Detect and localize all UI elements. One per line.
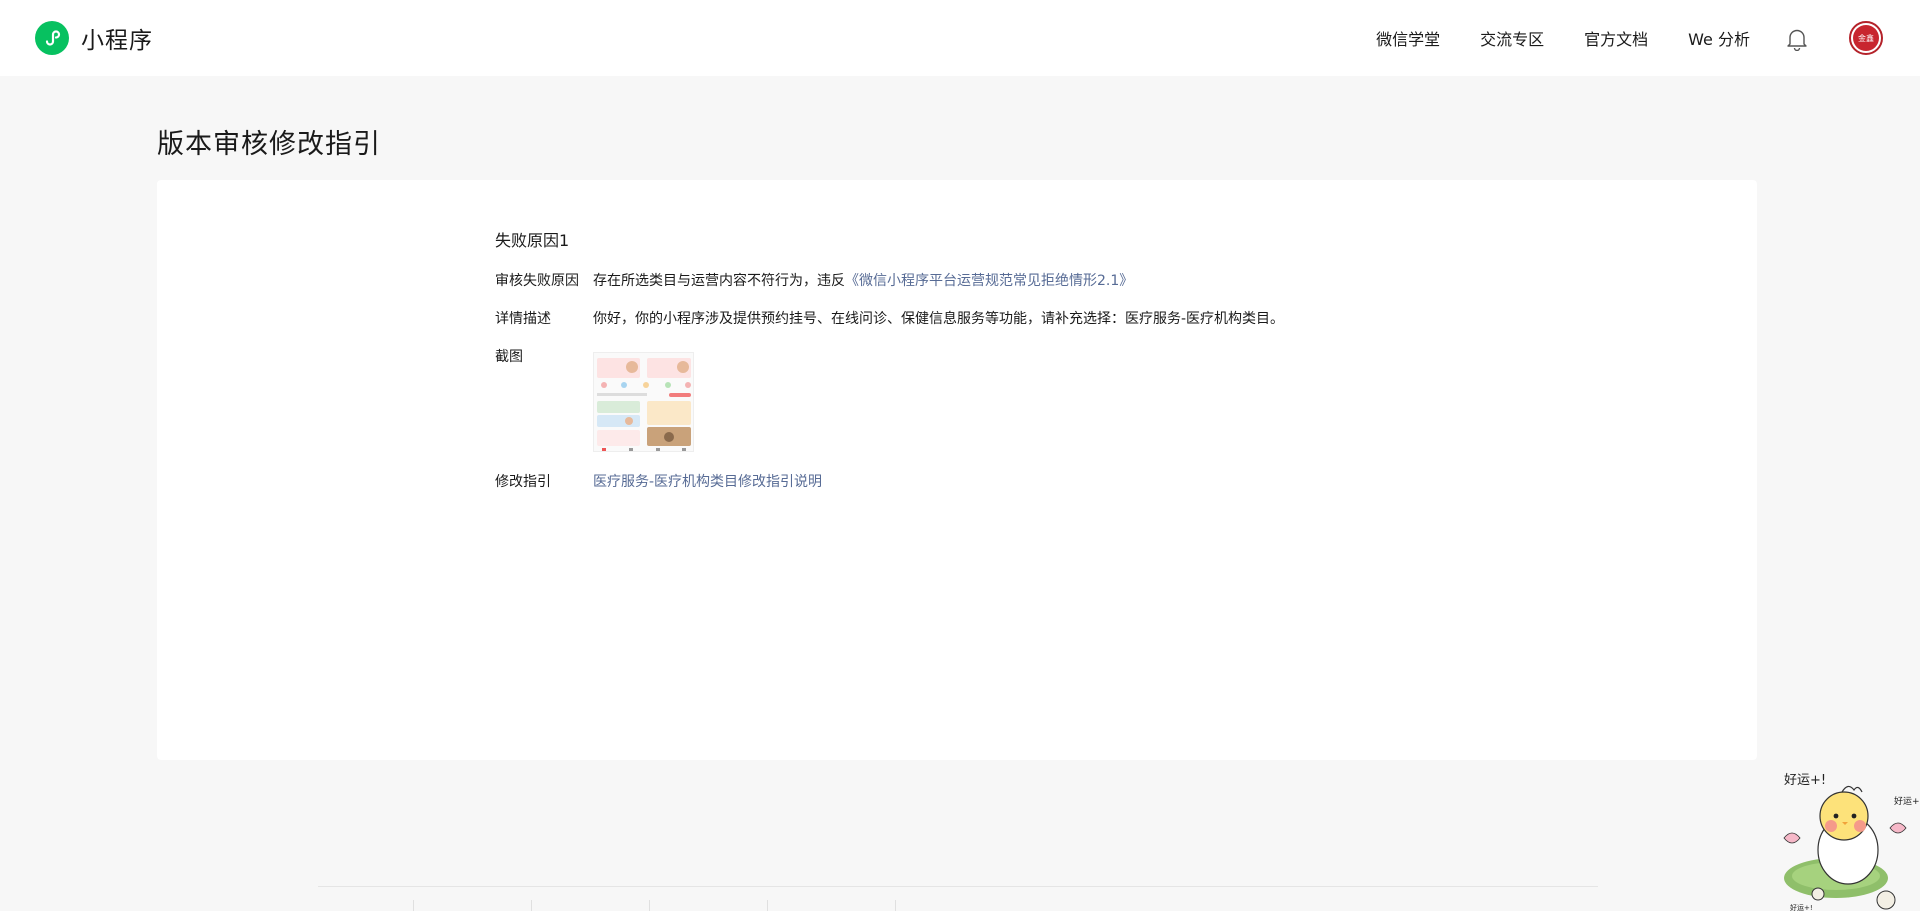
failure-section-title: 失败原因1 [495, 231, 570, 250]
screenshot-thumbnail[interactable] [593, 352, 694, 452]
footer-separator [767, 900, 768, 911]
sticker-text-bottom: 好运+! [1790, 903, 1813, 911]
brand-name: 小程序 [81, 28, 153, 54]
footer-separator [413, 900, 414, 911]
reason-text: 存在所选类目与运营内容不符行为，违反 [593, 273, 845, 289]
guide-label: 修改指引 [495, 474, 551, 490]
sticker-text-top: 好运+! [1784, 773, 1826, 788]
screenshot-label: 截图 [495, 349, 523, 365]
sticker-text-side: 好运+! [1894, 795, 1920, 807]
bell-icon[interactable] [1786, 27, 1808, 52]
top-nav: 微信学堂 交流专区 官方文档 We 分析 [1336, 24, 1750, 52]
content-card [157, 180, 1757, 760]
footer-separator [531, 900, 532, 911]
reason-label: 审核失败原因 [495, 273, 579, 289]
nav-item-community[interactable]: 交流专区 [1480, 26, 1544, 50]
footer-divider [318, 886, 1598, 887]
detail-label: 详情描述 [495, 311, 551, 327]
reason-value: 存在所选类目与运营内容不符行为，违反《微信小程序平台运营规范常见拒绝情形2.1》 [593, 270, 1133, 290]
nav-item-we-analytics[interactable]: We 分析 [1688, 26, 1750, 50]
good-luck-sticker[interactable]: 好运+! 好运+! 好运+! [1768, 770, 1920, 911]
nav-item-docs[interactable]: 官方文档 [1584, 26, 1648, 50]
avatar[interactable]: 金鑫 [1849, 21, 1883, 55]
footer-separator [649, 900, 650, 911]
nav-item-wechat-academy[interactable]: 微信学堂 [1376, 26, 1440, 50]
top-bar: 小程序 微信学堂 交流专区 官方文档 We 分析 金鑫 [0, 0, 1920, 76]
page-title: 版本审核修改指引 [157, 129, 381, 160]
footer-separator [895, 900, 896, 911]
policy-link[interactable]: 《微信小程序平台运营规范常见拒绝情形2.1》 [845, 273, 1133, 289]
brand-home-link[interactable]: 小程序 [35, 20, 153, 56]
guide-link[interactable]: 医疗服务-医疗机构类目修改指引说明 [593, 471, 822, 491]
detail-text: 你好，你的小程序涉及提供预约挂号、在线问诊、保健信息服务等功能，请补充选择：医疗… [593, 311, 1285, 327]
miniprogram-logo-icon [35, 21, 69, 55]
avatar-image: 金鑫 [1853, 25, 1879, 51]
